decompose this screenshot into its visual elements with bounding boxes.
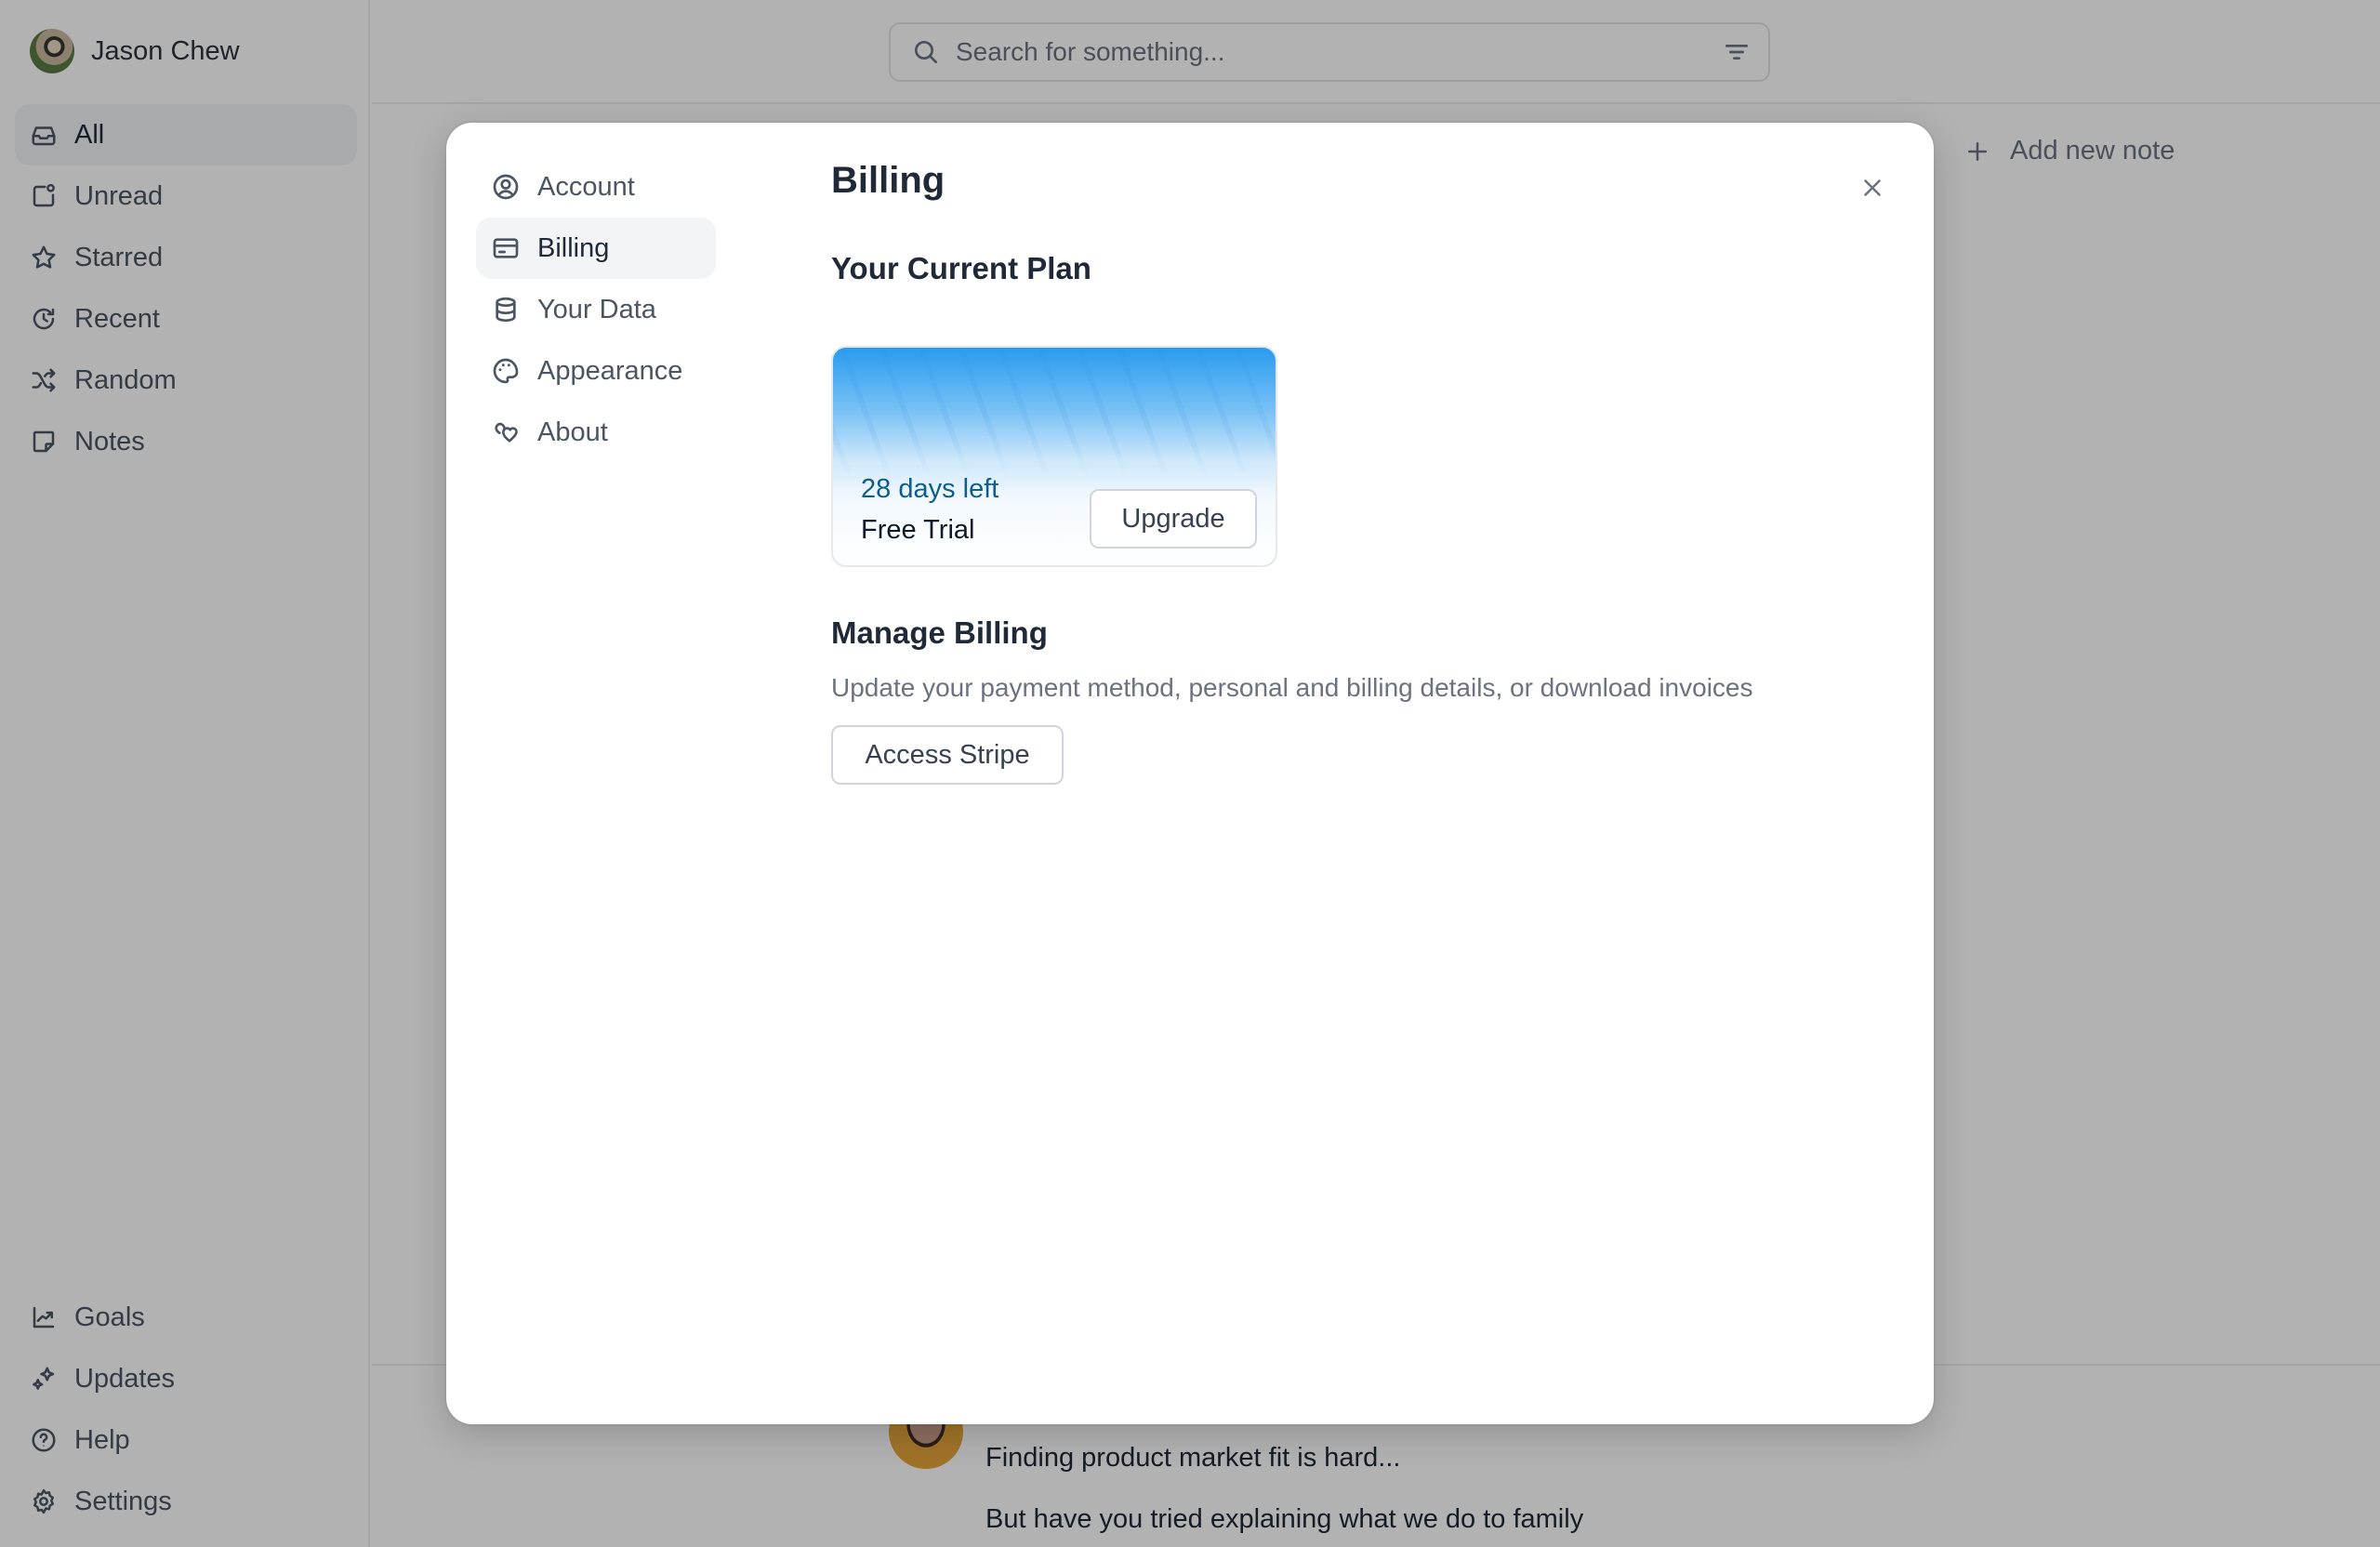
palette-icon	[493, 358, 519, 384]
settings-nav: Account Billing Your Data Appearance Abo…	[476, 156, 716, 463]
access-stripe-button[interactable]: Access Stripe	[831, 725, 1064, 785]
settings-tab-account[interactable]: Account	[476, 156, 716, 218]
settings-tab-label: Your Data	[537, 294, 656, 324]
credit-card-icon	[493, 238, 519, 258]
close-button[interactable]	[1854, 169, 1891, 206]
settings-tab-about[interactable]: About	[476, 402, 716, 463]
settings-tab-label: Appearance	[537, 355, 683, 386]
settings-tab-label: Billing	[537, 232, 610, 263]
close-icon	[1864, 179, 1881, 196]
plan-name: Free Trial	[861, 515, 975, 545]
settings-tab-billing[interactable]: Billing	[476, 218, 716, 279]
plan-card-pattern	[833, 348, 1276, 478]
user-circle-icon	[493, 174, 519, 200]
settings-tab-label: About	[537, 416, 608, 447]
page-title: Billing	[831, 160, 945, 201]
settings-modal: Account Billing Your Data Appearance Abo…	[446, 123, 1934, 1424]
manage-billing-description: Update your payment method, personal and…	[831, 673, 1753, 702]
settings-tab-appearance[interactable]: Appearance	[476, 340, 716, 402]
settings-tab-your-data[interactable]: Your Data	[476, 279, 716, 340]
upgrade-button[interactable]: Upgrade	[1090, 489, 1257, 549]
hearts-icon	[495, 422, 518, 443]
current-plan-card: 28 days left Free Trial Upgrade	[831, 346, 1277, 567]
manage-billing-heading: Manage Billing	[831, 615, 1048, 650]
current-plan-heading: Your Current Plan	[831, 251, 1091, 285]
settings-tab-label: Account	[537, 171, 635, 202]
database-icon	[496, 297, 516, 323]
trial-days-left: 28 days left	[861, 474, 999, 504]
